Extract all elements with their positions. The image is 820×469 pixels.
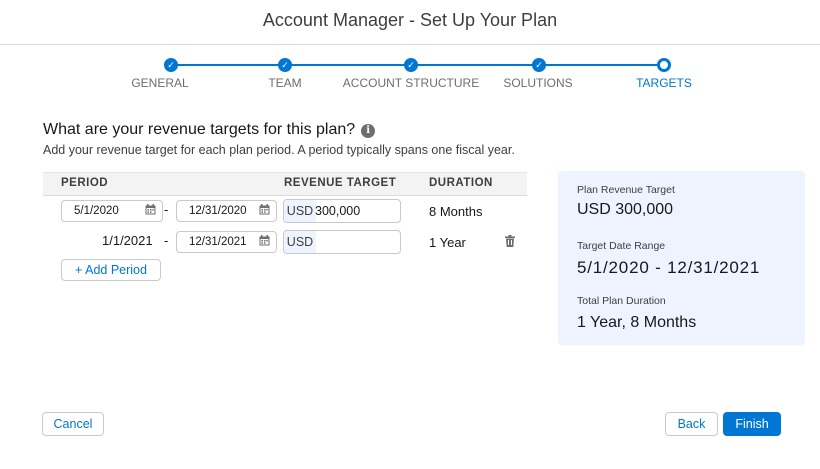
plan-summary-panel: Plan Revenue Target USD 300,000 Target D… <box>558 171 805 345</box>
revenue-target-input[interactable]: USD 300,000 <box>283 199 401 223</box>
step-solutions-check-icon[interactable]: ✓ <box>532 58 546 72</box>
target-date-range-value: 5/1/2020 - 12/31/2021 <box>577 258 761 277</box>
total-plan-duration-value: 1 Year, 8 Months <box>577 314 697 331</box>
currency-label: USD <box>284 231 316 253</box>
column-header-period: PERIOD <box>61 177 109 189</box>
currency-label: USD <box>284 200 316 222</box>
cancel-button[interactable]: Cancel <box>42 412 104 436</box>
column-header-revenue-target: REVENUE TARGET <box>284 177 397 189</box>
back-button[interactable]: Back <box>665 412 718 436</box>
targets-table: PERIOD REVENUE TARGET DURATION 5/1/2020 … <box>43 172 527 258</box>
step-label-targets[interactable]: TARGETS <box>636 76 692 90</box>
table-row: 1/1/2021 - 12/31/2021 USD 1 Year <box>43 227 527 258</box>
step-team-check-icon[interactable]: ✓ <box>278 58 292 72</box>
revenue-question-heading: What are your revenue targets for this p… <box>43 121 376 139</box>
step-label-account-structure[interactable]: ACCOUNT STRUCTURE <box>343 76 479 90</box>
question-text: What are your revenue targets for this p… <box>43 121 356 138</box>
end-date-value: 12/31/2021 <box>189 236 247 248</box>
calendar-icon[interactable] <box>259 204 270 215</box>
info-icon[interactable]: i <box>361 124 376 138</box>
page-header: Account Manager - Set Up Your Plan <box>0 0 820 45</box>
step-label-general[interactable]: GENERAL <box>131 76 188 90</box>
step-account-structure-check-icon[interactable]: ✓ <box>404 58 418 72</box>
revenue-amount: 300,000 <box>315 204 361 218</box>
plan-revenue-target-value: USD 300,000 <box>577 201 674 218</box>
page-title: Account Manager - Set Up Your Plan <box>262 10 558 30</box>
step-label-solutions[interactable]: SOLUTIONS <box>503 76 572 90</box>
date-range-separator: - <box>164 233 169 248</box>
target-date-range-label: Target Date Range <box>577 240 666 252</box>
finish-button[interactable]: Finish <box>723 412 781 436</box>
step-targets-current-icon[interactable] <box>657 58 671 72</box>
revenue-question-subtitle: Add your revenue target for each plan pe… <box>43 143 515 157</box>
progress-path: ✓ ✓ ✓ ✓ GENERAL TEAM ACCOUNT STRUCTURE S… <box>0 44 820 104</box>
column-header-duration: DURATION <box>429 177 493 189</box>
total-plan-duration-label: Total Plan Duration <box>577 295 666 307</box>
start-date-value: 5/1/2020 <box>74 205 119 217</box>
end-date-input[interactable]: 12/31/2021 <box>176 231 277 253</box>
duration-value: 1 Year <box>429 235 466 250</box>
calendar-icon[interactable] <box>259 235 270 246</box>
end-date-value: 12/31/2020 <box>189 205 247 217</box>
table-header-row: PERIOD REVENUE TARGET DURATION <box>43 172 527 196</box>
revenue-target-input[interactable]: USD <box>283 230 401 254</box>
start-date-input[interactable]: 5/1/2020 <box>61 200 163 222</box>
date-range-separator: - <box>164 202 169 217</box>
plan-revenue-target-label: Plan Revenue Target <box>577 184 675 196</box>
table-row: 5/1/2020 - 12/31/2020 USD 300,000 8 Mont… <box>43 196 527 227</box>
step-label-team[interactable]: TEAM <box>268 76 301 90</box>
add-period-button[interactable]: + Add Period <box>61 259 161 281</box>
step-general-check-icon[interactable]: ✓ <box>164 58 178 72</box>
start-date-value: 1/1/2021 <box>102 233 153 248</box>
end-date-input[interactable]: 12/31/2020 <box>176 200 277 222</box>
trash-icon[interactable] <box>505 235 515 247</box>
calendar-icon[interactable] <box>145 204 156 215</box>
duration-value: 8 Months <box>429 204 483 219</box>
